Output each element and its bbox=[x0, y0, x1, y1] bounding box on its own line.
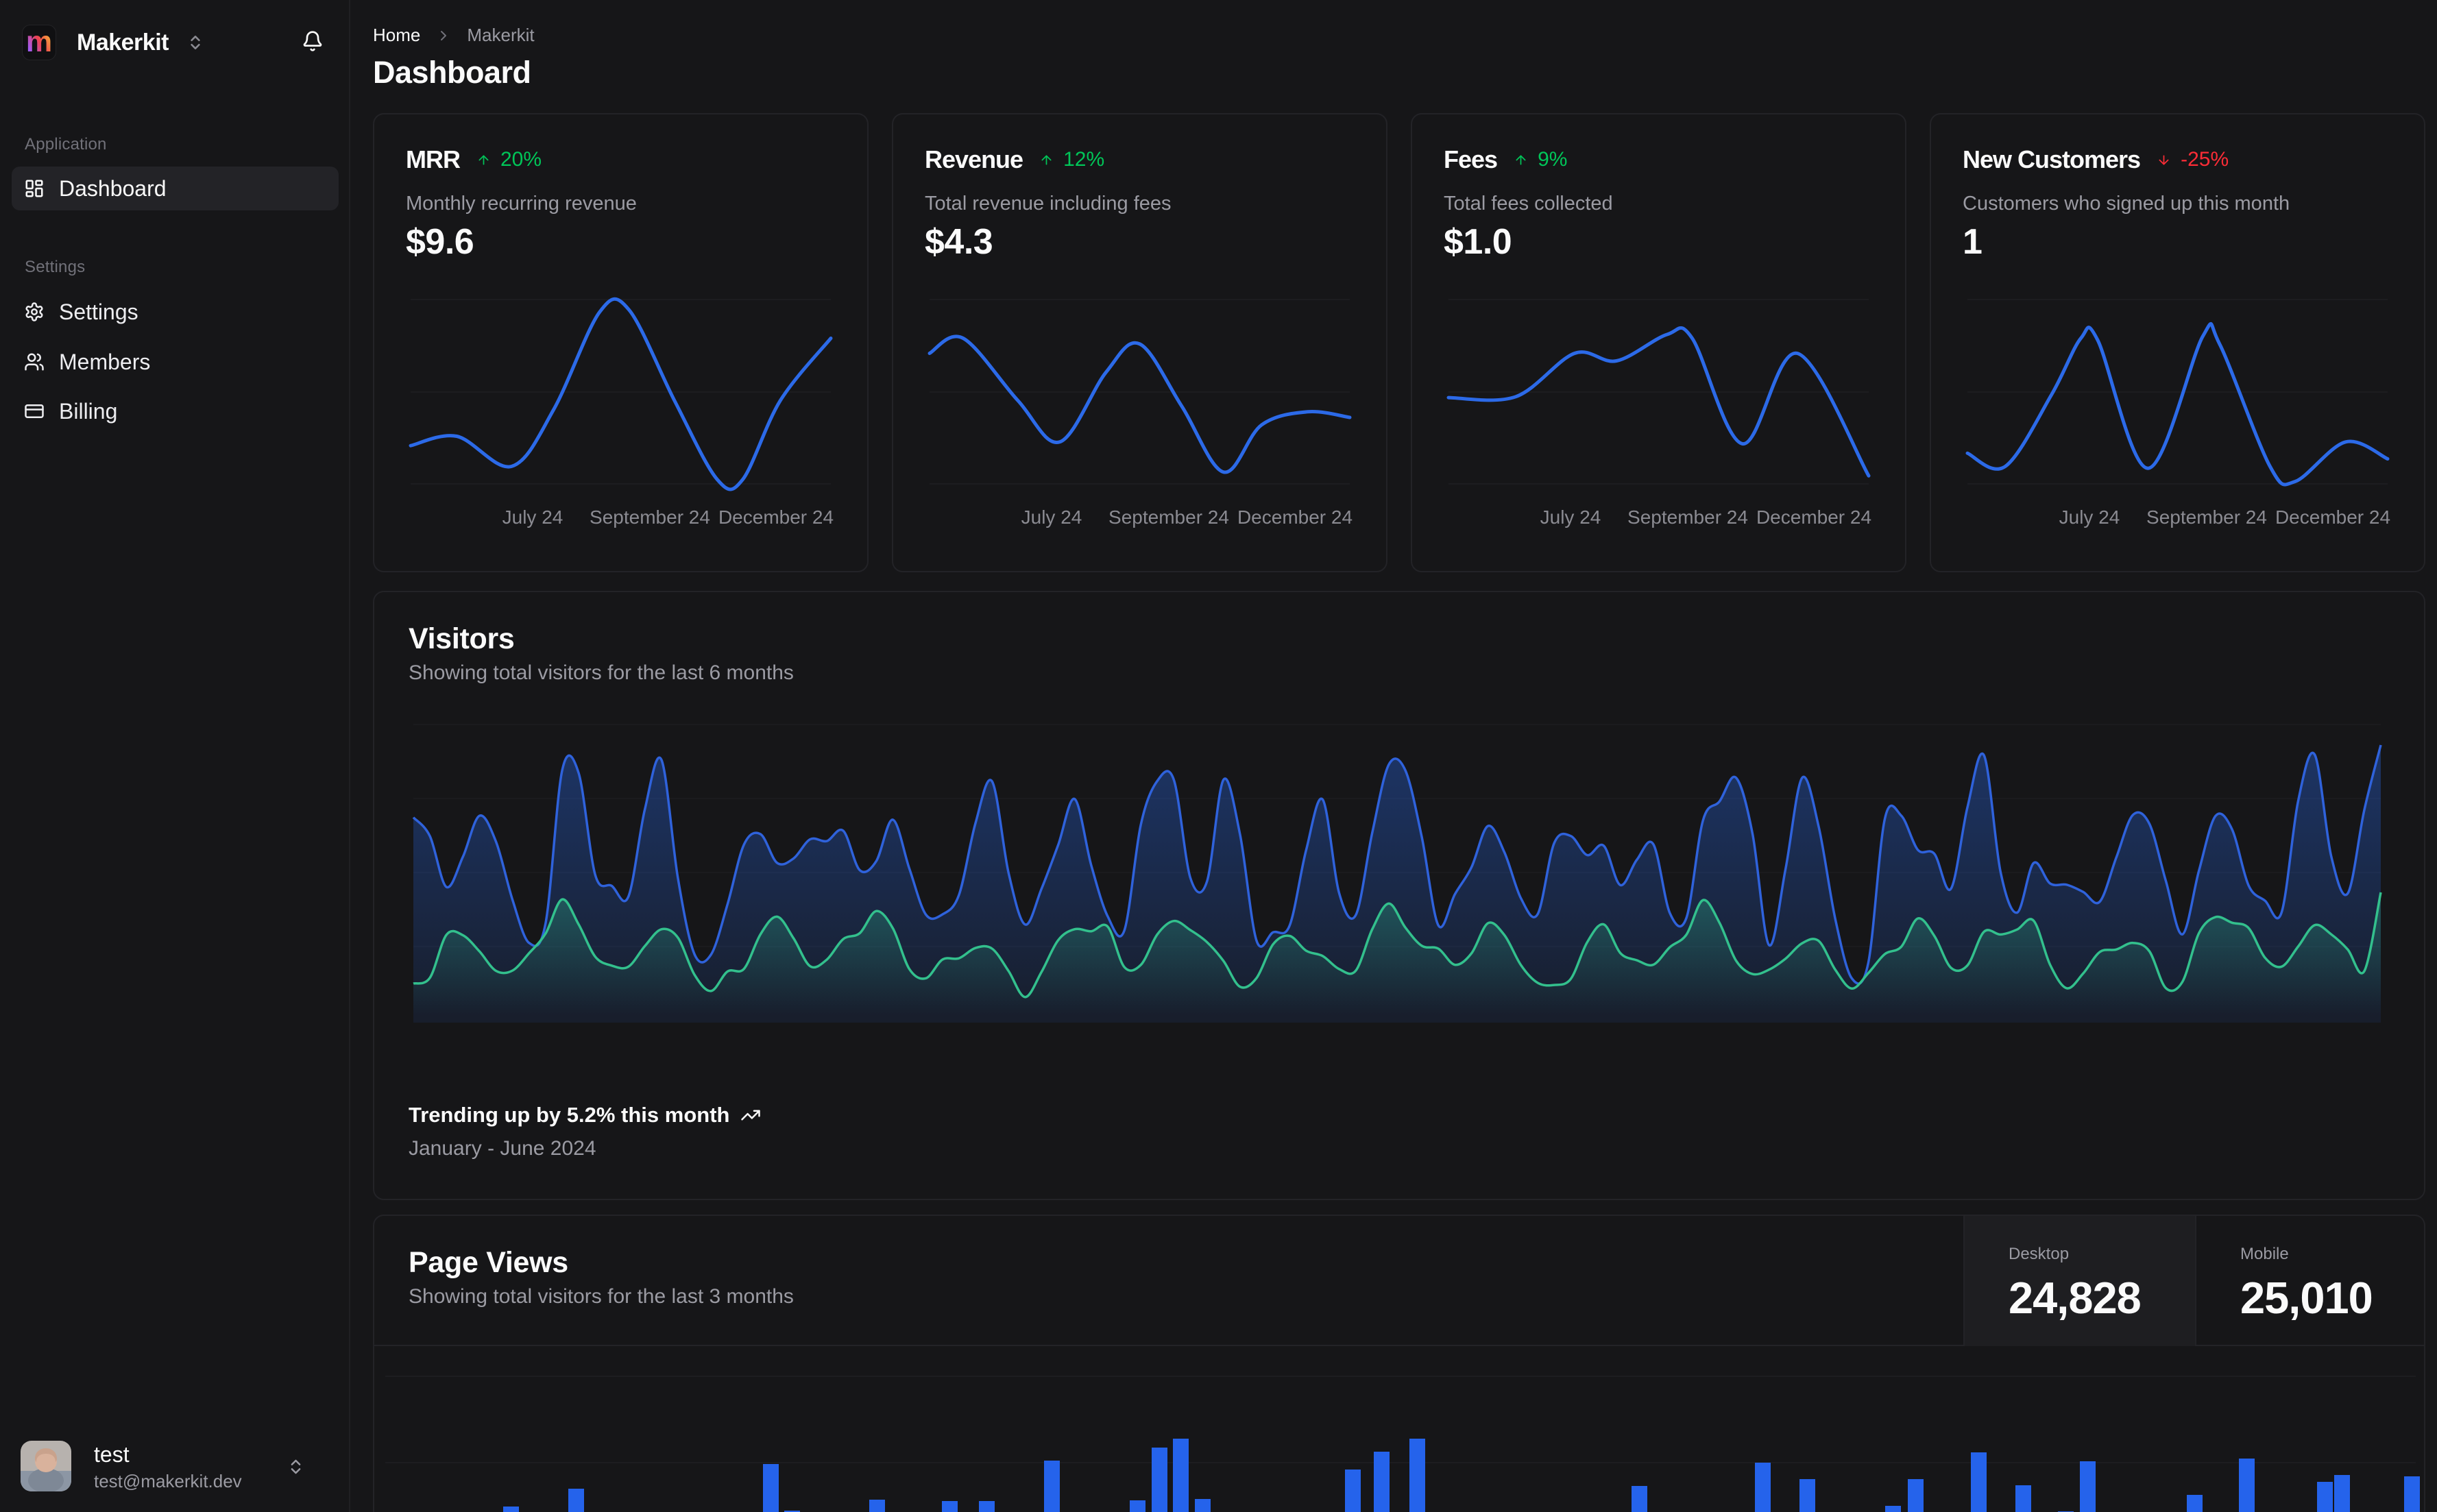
svg-text:July 24: July 24 bbox=[2059, 507, 2120, 528]
svg-text:December 24: December 24 bbox=[1237, 507, 1353, 528]
svg-text:December 24: December 24 bbox=[718, 507, 834, 528]
svg-text:December 24: December 24 bbox=[2275, 507, 2390, 528]
svg-text:m: m bbox=[26, 29, 52, 56]
svg-text:July 24: July 24 bbox=[502, 507, 563, 528]
svg-text:September 24: September 24 bbox=[1108, 507, 1229, 528]
svg-text:July 24: July 24 bbox=[1540, 507, 1601, 528]
svg-text:September 24: September 24 bbox=[590, 507, 710, 528]
svg-text:September 24: September 24 bbox=[1627, 507, 1748, 528]
svg-text:July 24: July 24 bbox=[1021, 507, 1082, 528]
svg-text:December 24: December 24 bbox=[1756, 507, 1871, 528]
svg-text:September 24: September 24 bbox=[2146, 507, 2267, 528]
